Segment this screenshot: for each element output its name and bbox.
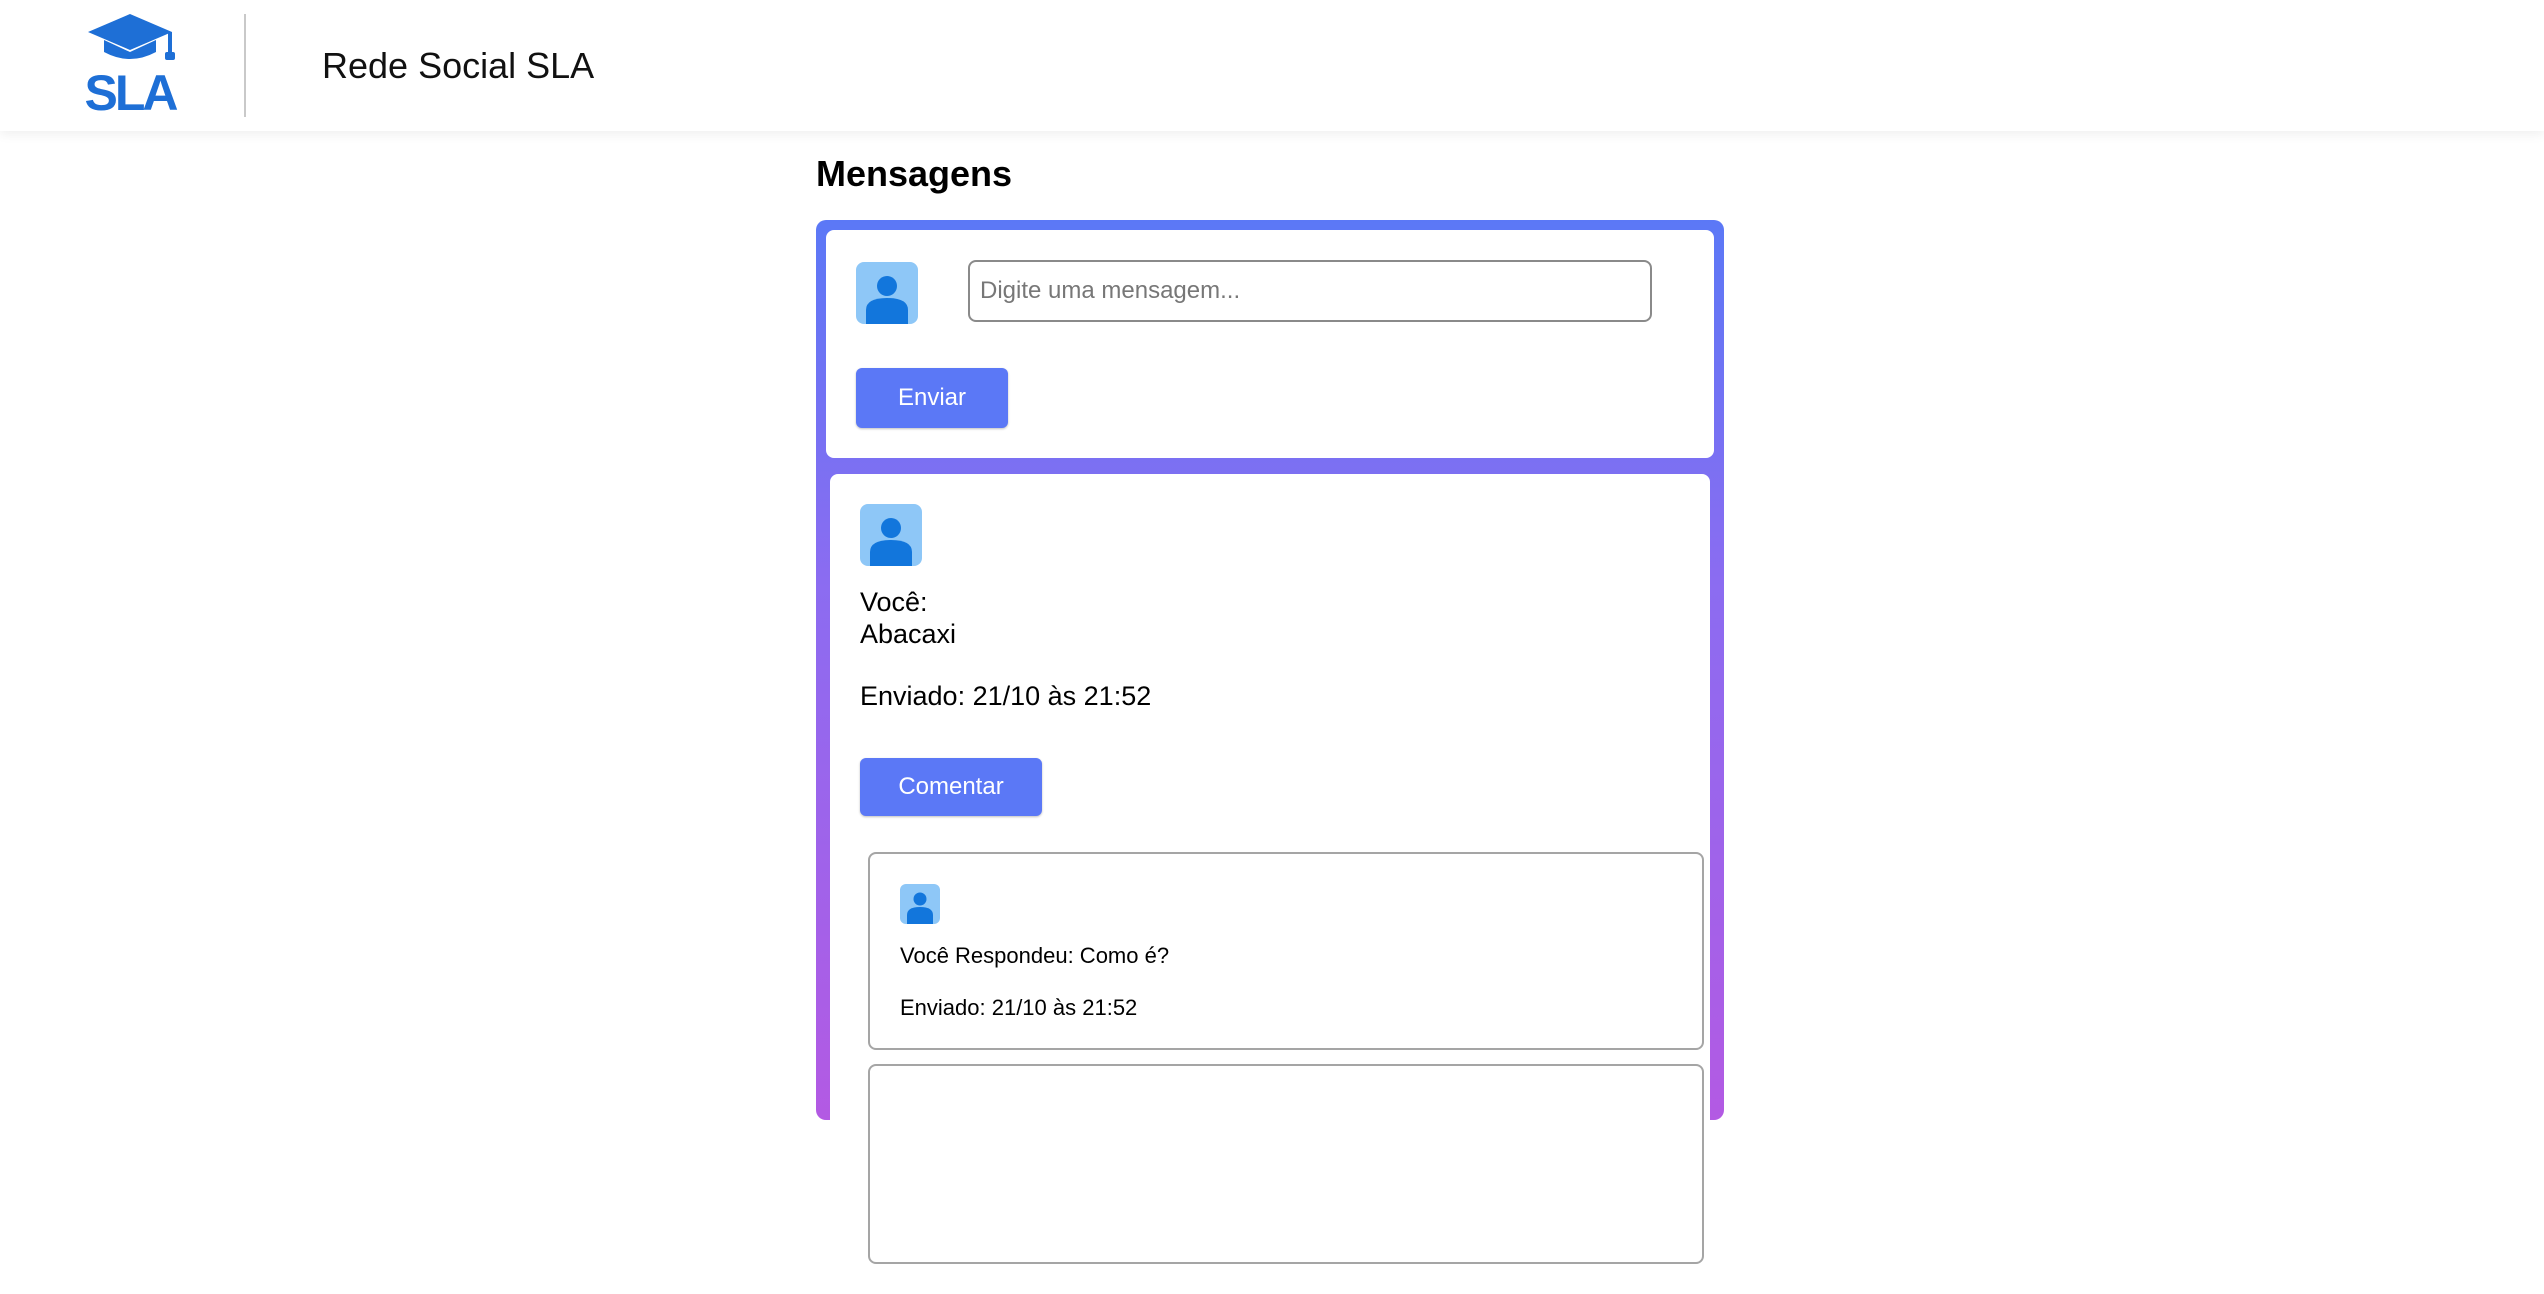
sla-logo[interactable]: SLA [80, 12, 180, 121]
reply-card: Você Respondeu: Como é? Enviado: 21/10 à… [868, 852, 1704, 1050]
message-text: Abacaxi [860, 619, 957, 649]
graduation-cap-icon: SLA [85, 14, 180, 121]
app-title: Rede Social SLA [322, 45, 595, 86]
header-divider [244, 14, 246, 117]
reply-timestamp: Enviado: 21/10 às 21:52 [900, 995, 1138, 1020]
message-timestamp: Enviado: 21/10 às 21:52 [860, 681, 1152, 711]
send-button[interactable]: Enviar [856, 368, 1008, 428]
messages-feed: Enviar Você: Abacaxi Enviado: 21/10 às 2… [816, 220, 1724, 1294]
user-avatar [856, 262, 918, 324]
app-header: SLA Rede Social SLA [0, 0, 2544, 131]
message-author: Você: [860, 587, 928, 617]
page-title: Mensagens [816, 153, 1013, 194]
message-input[interactable] [968, 260, 1652, 322]
message-card: Você: Abacaxi Enviado: 21/10 às 21:52 Co… [830, 474, 1710, 1294]
comment-button[interactable]: Comentar [860, 758, 1042, 816]
reply-author-avatar [900, 884, 940, 924]
user-icon [866, 276, 908, 324]
message-author-avatar [860, 504, 922, 566]
compose-card: Enviar [826, 230, 1714, 458]
user-icon [870, 518, 912, 566]
reply-text: Você Respondeu: Como é? [900, 943, 1170, 968]
reply-card [868, 1064, 1704, 1264]
svg-text:SLA: SLA [85, 65, 178, 114]
user-icon [907, 892, 933, 924]
